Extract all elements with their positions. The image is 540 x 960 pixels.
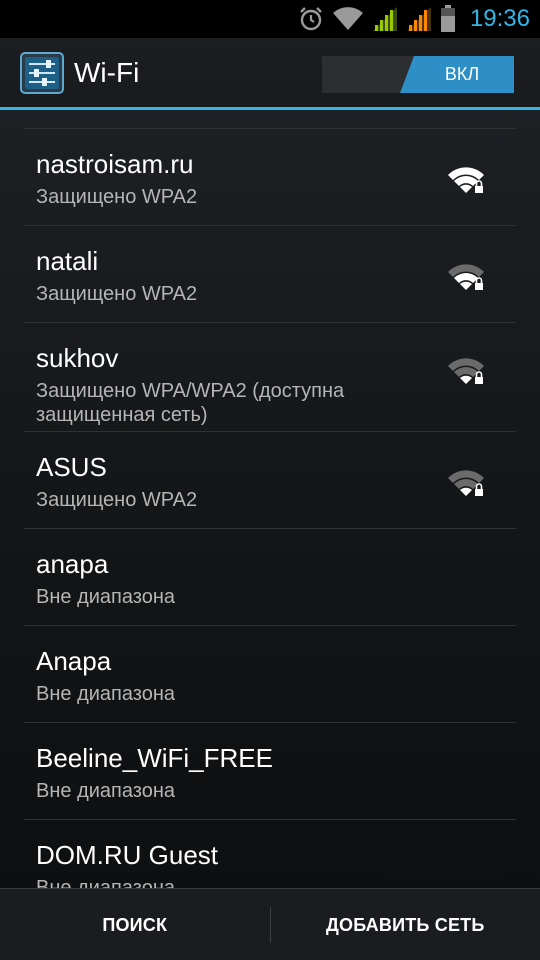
network-item[interactable]: Anapa Вне диапазона <box>24 626 516 723</box>
network-name: natali <box>36 246 99 276</box>
network-status: Защищено WPA2 <box>36 489 198 511</box>
wifi-toggle-label: ВКЛ <box>444 64 480 84</box>
screen: 19:36 Wi-Fi ВКЛ Подключено nastroisam.ru З… <box>0 0 540 960</box>
network-item[interactable]: Beeline_WiFi_FREE Вне диапазона <box>24 723 516 820</box>
network-item[interactable]: natali Защищено WPA2 <box>24 226 516 323</box>
status-icons: 19:36 <box>298 0 530 38</box>
network-status: Защищено WPA2 <box>36 283 198 305</box>
network-status: Вне диапазона <box>36 683 175 705</box>
wifi-lock-weak-icon <box>448 470 484 496</box>
wifi-toggle[interactable]: ВКЛ <box>322 56 514 93</box>
alarm-icon <box>300 7 322 31</box>
wifi-lock-weak-icon <box>448 358 484 384</box>
add-network-button[interactable]: ДОБАВИТЬ СЕТЬ <box>271 889 540 960</box>
status-bar: 19:36 <box>0 0 540 38</box>
battery-icon <box>440 5 455 32</box>
network-name: DOM.RU Guest <box>36 840 219 870</box>
network-item[interactable]: DOM.RU Guest Вне диапазона <box>24 820 516 888</box>
network-name: anapa <box>36 549 109 579</box>
bottom-action-bar: ПОИСК ДОБАВИТЬ СЕТЬ <box>0 888 540 960</box>
network-name: nastroisam.ru <box>36 149 194 179</box>
network-name: ASUS <box>36 452 107 482</box>
network-name: Beeline_WiFi_FREE <box>36 743 273 773</box>
network-item[interactable]: nastroisam.ru Защищено WPA2 <box>24 129 516 226</box>
network-status: Вне диапазона <box>36 780 175 802</box>
wifi-lock-medium-icon <box>448 264 484 290</box>
network-status: Защищено WPA/WPA2 (доступна защищенная с… <box>36 380 345 426</box>
status-time: 19:36 <box>469 5 530 32</box>
wifi-status-icon <box>332 7 363 30</box>
signal-sim1-icon <box>372 7 397 31</box>
settings-sliders-icon[interactable] <box>20 52 64 94</box>
network-status: Вне диапазона <box>36 586 175 608</box>
wifi-toggle-thumb[interactable]: ВКЛ <box>400 56 514 93</box>
search-button[interactable]: ПОИСК <box>0 889 270 960</box>
signal-sim2-icon <box>406 7 431 31</box>
action-bar: Wi-Fi ВКЛ <box>0 38 540 110</box>
network-item[interactable]: Подключено <box>24 110 516 129</box>
network-name: Anapa <box>36 646 112 676</box>
network-list-inner: Подключеноnastroisam.ruЗащищено WPA2nata… <box>0 110 540 888</box>
wifi-lock-strong-icon <box>448 167 484 193</box>
network-status: Вне диапазона <box>36 877 175 888</box>
network-item[interactable]: ASUS Защищено WPA2 <box>24 432 516 529</box>
network-status: Защищено WPA2 <box>36 186 198 208</box>
network-name: sukhov <box>36 343 119 373</box>
network-list[interactable]: Подключеноnastroisam.ruЗащищено WPA2nata… <box>0 110 540 888</box>
page-title: Wi-Fi <box>74 57 140 88</box>
network-item[interactable]: sukhov Защищено WPA/WPA2 (доступна защище… <box>24 323 516 432</box>
network-item[interactable]: anapa Вне диапазона <box>24 529 516 626</box>
